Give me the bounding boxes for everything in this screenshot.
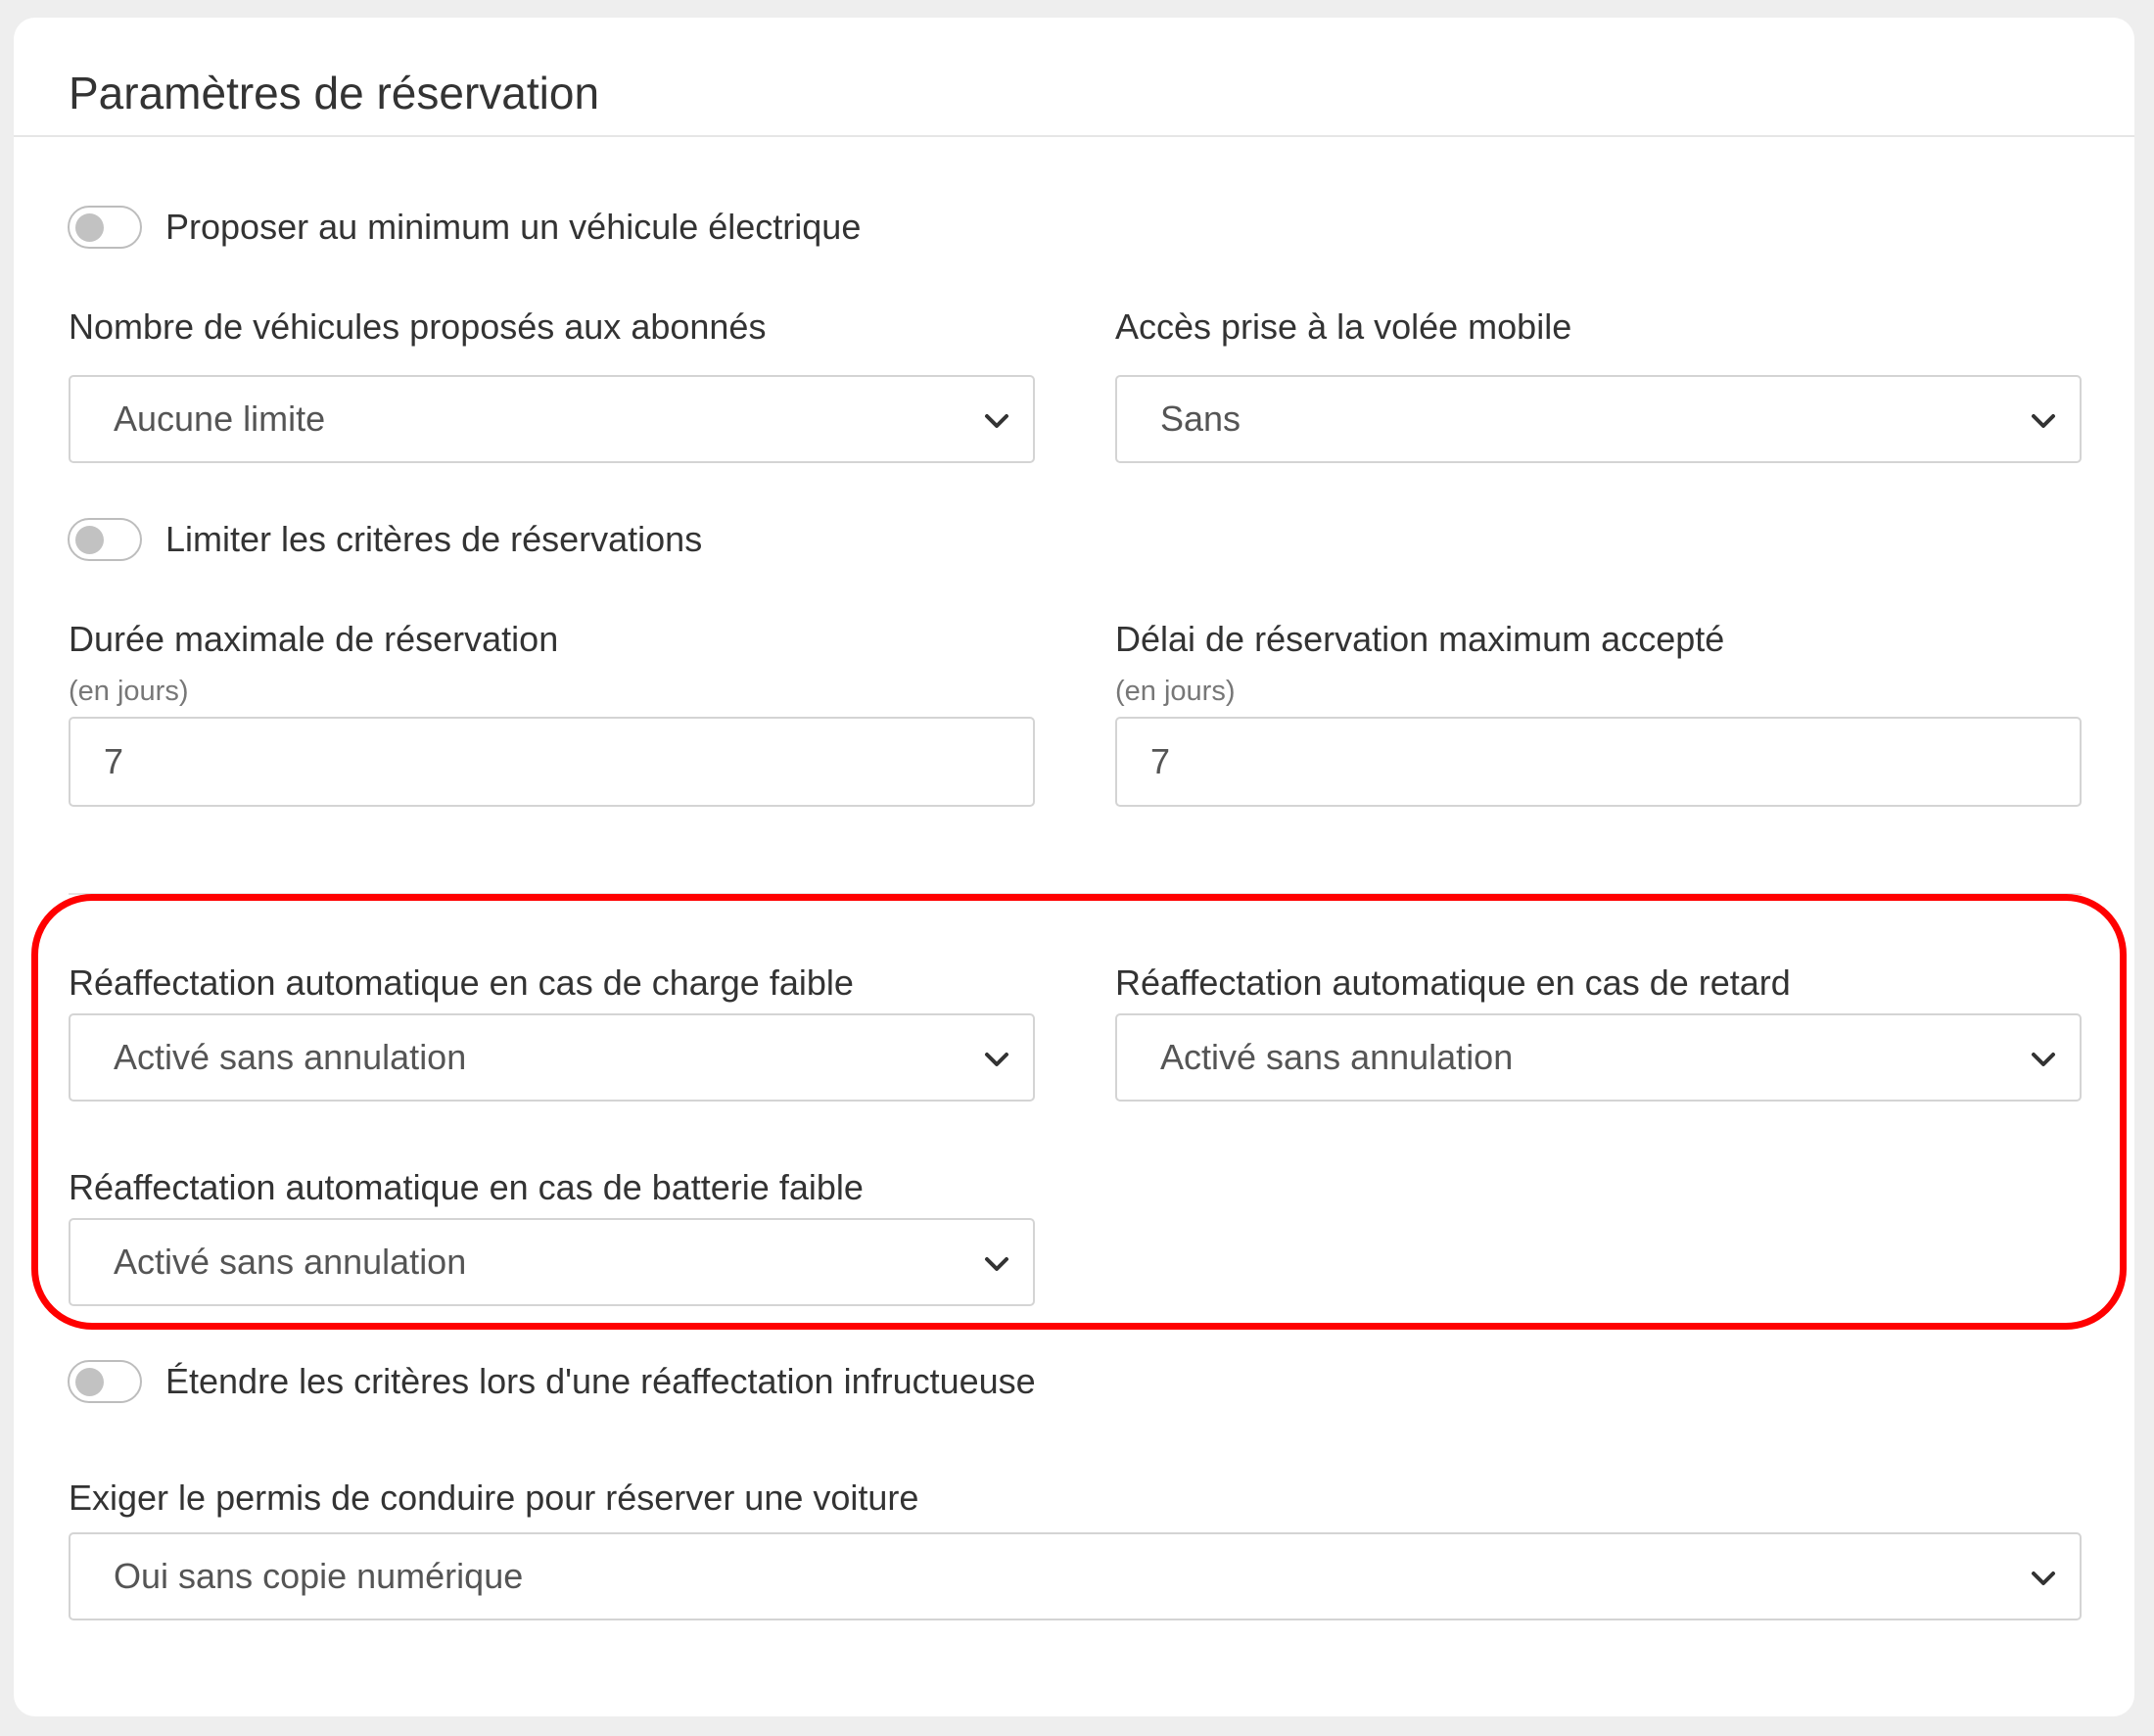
max-duration-label: Durée maximale de réservation [69,619,559,659]
extend-criteria-toggle[interactable] [68,1360,142,1403]
chevron-down-icon [985,1053,1008,1066]
toggle-row-electric: Proposer au minimum un véhicule électriq… [68,203,861,252]
section-divider [69,893,2082,895]
max-delay-value: 7 [1150,741,1171,781]
realloc-low-charge-select[interactable]: Activé sans annulation [69,1013,1035,1102]
mobile-access-label: Accès prise à la volée mobile [1115,306,1572,347]
toggle-row-limit-criteria: Limiter les critères de réservations [68,515,702,564]
chevron-down-icon [2032,1572,2055,1585]
max-delay-unit: (en jours) [1115,676,1236,707]
max-delay-label: Délai de réservation maximum accepté [1115,619,1725,659]
reservation-settings-card: Paramètres de réservation Proposer au mi… [14,18,2134,1716]
realloc-low-battery-label: Réaffectation automatique en cas de batt… [69,1167,864,1207]
header-divider [14,135,2134,137]
realloc-low-charge-label: Réaffectation automatique en cas de char… [69,962,854,1003]
extend-criteria-label: Étendre les critères lors d'une réaffect… [165,1361,1036,1401]
max-duration-input[interactable]: 7 [69,717,1035,807]
mobile-access-value: Sans [1160,399,1241,439]
limit-criteria-toggle[interactable] [68,518,142,561]
toggle-knob [75,213,104,242]
realloc-delay-select[interactable]: Activé sans annulation [1115,1013,2082,1102]
realloc-low-battery-select[interactable]: Activé sans annulation [69,1218,1035,1306]
card-title: Paramètres de réservation [69,68,600,118]
license-value: Oui sans copie numérique [114,1556,524,1596]
vehicle-count-select[interactable]: Aucune limite [69,375,1035,463]
toggle-knob [75,1368,104,1396]
vehicle-count-label: Nombre de véhicules proposés aux abonnés [69,306,767,347]
chevron-down-icon [985,414,1008,428]
electric-vehicle-toggle[interactable] [68,206,142,249]
license-label: Exiger le permis de conduire pour réserv… [69,1478,919,1518]
mobile-access-select[interactable]: Sans [1115,375,2082,463]
realloc-delay-label: Réaffectation automatique en cas de reta… [1115,962,1791,1003]
max-duration-unit: (en jours) [69,676,189,707]
max-delay-input[interactable]: 7 [1115,717,2082,807]
realloc-low-charge-value: Activé sans annulation [114,1037,467,1077]
toggle-knob [75,526,104,554]
chevron-down-icon [985,1257,1008,1271]
chevron-down-icon [2032,1053,2055,1066]
realloc-low-battery-value: Activé sans annulation [114,1242,467,1282]
limit-criteria-label: Limiter les critères de réservations [165,519,703,559]
vehicle-count-value: Aucune limite [114,399,326,439]
realloc-delay-value: Activé sans annulation [1160,1037,1514,1077]
license-select[interactable]: Oui sans copie numérique [69,1532,2082,1620]
toggle-row-extend-criteria: Étendre les critères lors d'une réaffect… [68,1357,1036,1406]
chevron-down-icon [2032,414,2055,428]
max-duration-value: 7 [104,741,124,781]
electric-vehicle-label: Proposer au minimum un véhicule électriq… [165,207,862,247]
